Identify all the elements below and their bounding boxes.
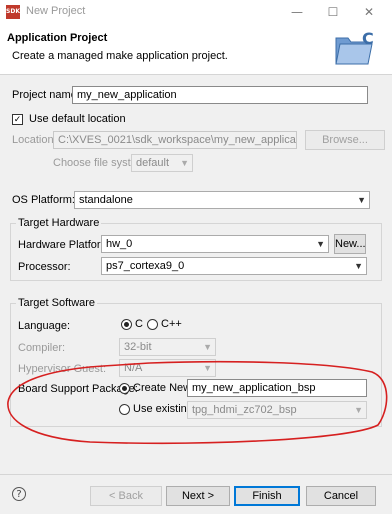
chevron-down-icon: ▼ [354, 261, 363, 271]
close-button[interactable]: ✕ [356, 3, 382, 21]
location-label: Location: [12, 134, 57, 146]
os-platform-label: OS Platform: [12, 194, 75, 206]
processor-select[interactable]: ps7_cortexa9_0 ▼ [101, 257, 367, 275]
help-icon[interactable]: ? [12, 487, 26, 501]
hypervisor-label: Hypervisor Guest: [18, 363, 107, 375]
page-title: Application Project [7, 32, 108, 44]
create-new-bsp-label: Create New [133, 382, 192, 394]
project-name-label: Project name: [12, 89, 80, 101]
chevron-down-icon: ▼ [354, 405, 363, 415]
footer-separator [0, 474, 392, 475]
browse-button[interactable]: Browse... [305, 130, 385, 150]
language-label: Language: [18, 320, 70, 332]
language-cpp-label: C++ [161, 318, 182, 330]
chevron-down-icon: ▼ [357, 195, 366, 205]
hardware-platform-label: Hardware Platform: [18, 239, 113, 251]
create-new-bsp-radio[interactable] [119, 383, 130, 394]
minimize-button[interactable]: — [284, 3, 310, 21]
compiler-label: Compiler: [18, 342, 66, 354]
target-hardware-title: Target Hardware [16, 217, 102, 229]
back-button[interactable]: < Back [90, 486, 162, 506]
folder-wizard-icon: C [335, 30, 374, 65]
cancel-button[interactable]: Cancel [306, 486, 376, 506]
use-default-location-checkbox[interactable]: ✓ [12, 114, 23, 125]
new-hardware-button[interactable]: New... [334, 234, 366, 254]
sdk-app-icon: SDK [6, 5, 20, 19]
os-platform-select[interactable]: standalone ▼ [74, 191, 370, 209]
project-name-input[interactable]: my_new_application [72, 86, 368, 104]
file-system-select[interactable]: default ▼ [131, 154, 193, 172]
hardware-platform-select[interactable]: hw_0 ▼ [101, 235, 329, 253]
maximize-button[interactable]: ☐ [320, 3, 346, 21]
chevron-down-icon: ▼ [316, 239, 325, 249]
finish-button[interactable]: Finish [234, 486, 300, 506]
language-c-radio[interactable] [121, 319, 132, 330]
chevron-down-icon: ▼ [203, 342, 212, 352]
new-bsp-name-input[interactable]: my_new_application_bsp [187, 379, 367, 397]
existing-bsp-select[interactable]: tpg_hdmi_zc702_bsp ▼ [187, 401, 367, 419]
use-existing-bsp-label: Use existing [133, 403, 193, 415]
chevron-down-icon: ▼ [203, 363, 212, 373]
next-button[interactable]: Next > [166, 486, 230, 506]
target-software-title: Target Software [16, 297, 98, 309]
language-c-label: C [135, 318, 143, 330]
title-bar: SDK New Project — ☐ ✕ [0, 0, 392, 24]
window-title: New Project [26, 5, 86, 17]
hypervisor-select[interactable]: N/A ▼ [119, 359, 216, 377]
location-input[interactable]: C:\XVES_0021\sdk_workspace\my_new_applic… [53, 131, 297, 149]
use-default-location-label: Use default location [29, 113, 126, 125]
language-cpp-radio[interactable] [147, 319, 158, 330]
processor-label: Processor: [18, 261, 71, 273]
page-description: Create a managed make application projec… [12, 50, 228, 62]
compiler-select[interactable]: 32-bit ▼ [119, 338, 216, 356]
use-existing-bsp-radio[interactable] [119, 404, 130, 415]
svg-text:C: C [362, 30, 374, 48]
chevron-down-icon: ▼ [180, 158, 189, 168]
